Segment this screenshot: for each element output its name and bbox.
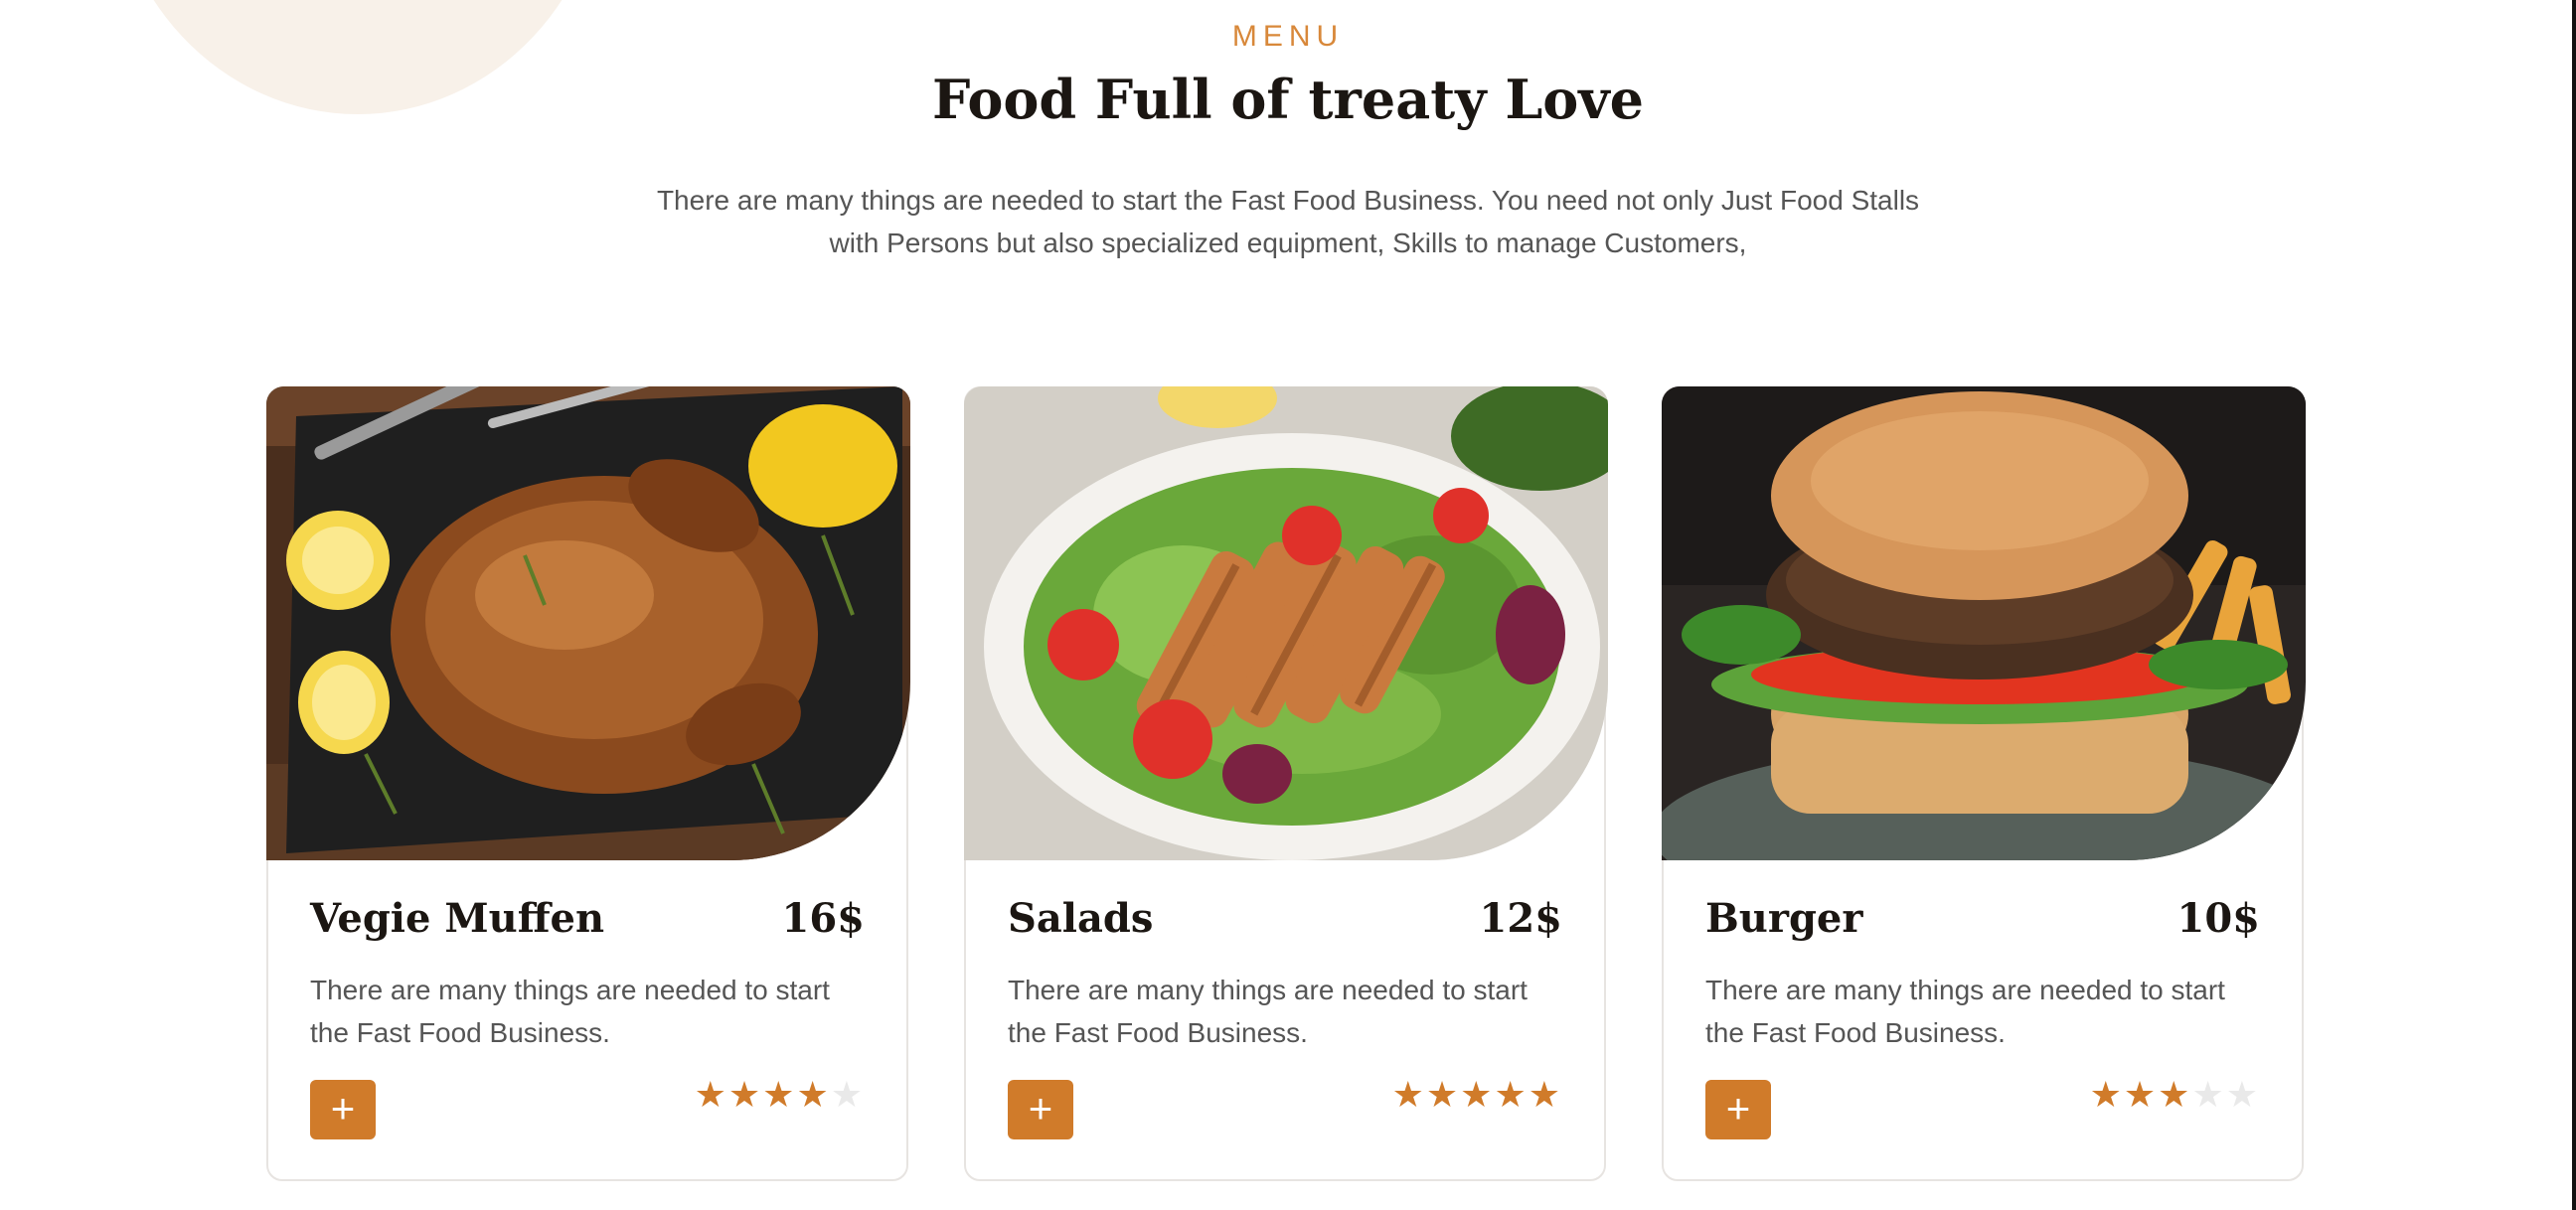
star-icon: ★: [2123, 1074, 2159, 1115]
card-description: There are many things are needed to star…: [1008, 969, 1564, 1054]
add-to-cart-button[interactable]: +: [1008, 1080, 1073, 1139]
star-rating: ★★★★★: [1392, 1074, 1562, 1116]
add-to-cart-button[interactable]: +: [310, 1080, 376, 1139]
star-icon: ★: [2191, 1074, 2226, 1115]
star-icon: ★: [2158, 1074, 2192, 1115]
card-description: There are many things are needed to star…: [310, 969, 867, 1054]
star-icon: ★: [762, 1074, 797, 1115]
card-title: Vegie Muffen: [310, 895, 605, 942]
star-rating: ★★★★★: [695, 1074, 865, 1116]
card-title: Salads: [1008, 895, 1154, 942]
description-line: the Fast Food Business.: [310, 1017, 610, 1048]
roast-chicken-photo: [266, 386, 910, 860]
star-icon: ★: [1528, 1074, 1562, 1115]
plus-icon: +: [1725, 1085, 1751, 1132]
description-line: the Fast Food Business.: [1705, 1017, 2006, 1048]
star-icon: ★: [694, 1074, 728, 1115]
window-edge: [2572, 0, 2576, 1210]
star-icon: ★: [2089, 1074, 2124, 1115]
star-rating: ★★★★★: [2090, 1074, 2260, 1116]
intro-line: with Persons but also specialized equipm…: [829, 227, 1747, 258]
star-icon: ★: [727, 1074, 763, 1115]
card-title: Burger: [1705, 895, 1863, 942]
description-line: the Fast Food Business.: [1008, 1017, 1308, 1048]
chicken-salad-photo: [964, 386, 1608, 860]
description-line: There are many things are needed to star…: [1705, 975, 2225, 1005]
card-price: 12$: [1479, 895, 1563, 942]
section-title: Food Full of treaty Love: [931, 68, 1645, 131]
menu-card: Burger 10$ There are many things are nee…: [1662, 386, 2306, 1181]
star-icon: ★: [1494, 1074, 1529, 1115]
star-icon: ★: [2225, 1074, 2260, 1115]
star-icon: ★: [1460, 1074, 1495, 1115]
menu-section: MENU Food Full of treaty Love There are …: [0, 0, 2572, 1210]
description-line: There are many things are needed to star…: [1008, 975, 1528, 1005]
star-icon: ★: [796, 1074, 831, 1115]
plus-icon: +: [330, 1085, 356, 1132]
description-line: There are many things are needed to star…: [310, 975, 830, 1005]
menu-card: Salads 12$ There are many things are nee…: [964, 386, 1608, 1181]
card-description: There are many things are needed to star…: [1705, 969, 2262, 1054]
intro-line: There are many things are needed to star…: [656, 185, 1920, 216]
card-price: 16$: [781, 895, 866, 942]
section-intro: There are many things are needed to star…: [626, 179, 1950, 264]
card-price: 10$: [2176, 895, 2261, 942]
veggie-burger-photo: [1662, 386, 2306, 860]
star-icon: ★: [830, 1074, 865, 1115]
add-to-cart-button[interactable]: +: [1705, 1080, 1771, 1139]
star-icon: ★: [1391, 1074, 1426, 1115]
menu-card: Vegie Muffen 16$ There are many things a…: [266, 386, 910, 1181]
section-eyebrow: MENU: [1231, 20, 1345, 53]
star-icon: ★: [1425, 1074, 1461, 1115]
plus-icon: +: [1028, 1085, 1053, 1132]
